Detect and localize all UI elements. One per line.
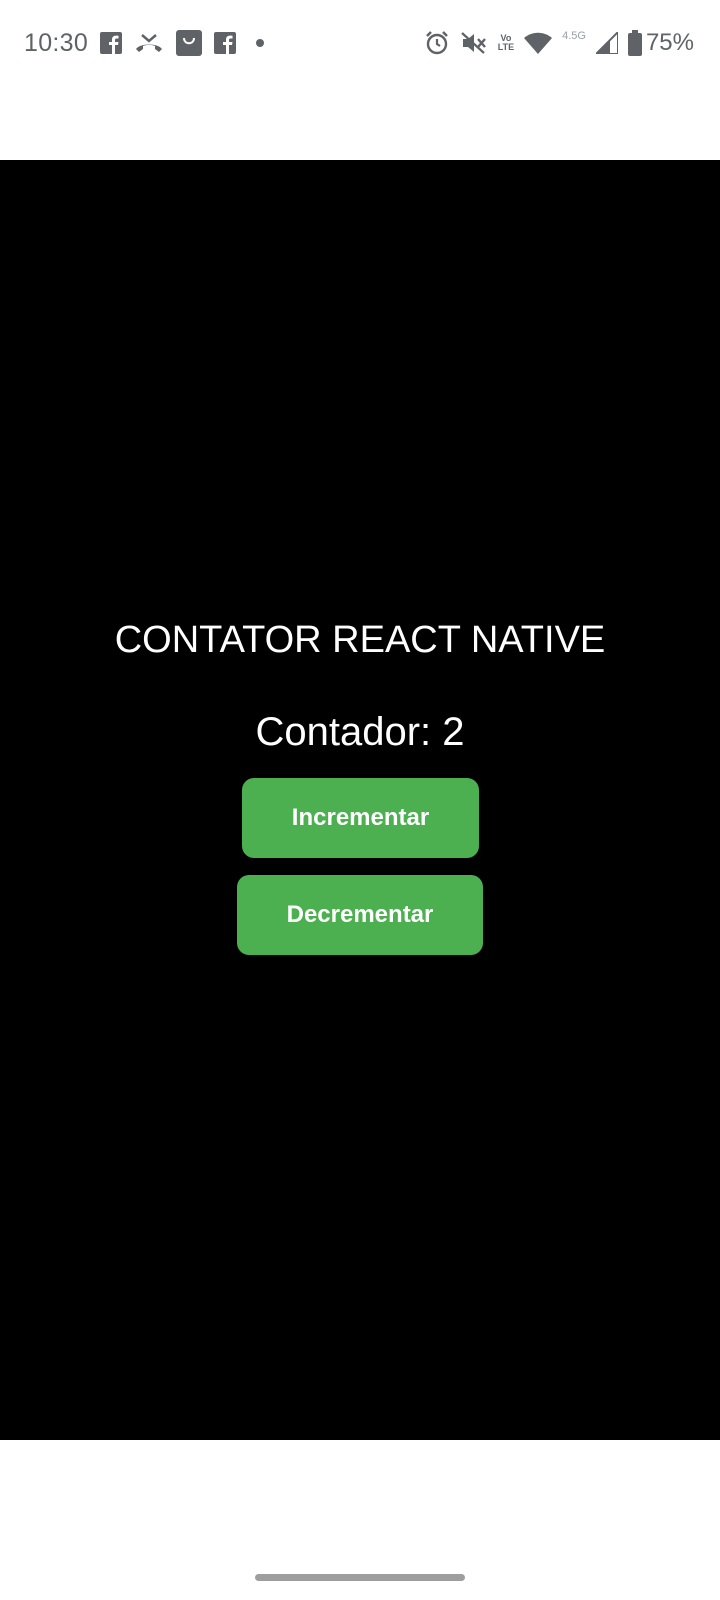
dot-icon <box>256 39 265 47</box>
increment-button[interactable]: Incrementar <box>242 778 479 858</box>
facebook-icon <box>100 32 123 54</box>
decrement-button-label: Decrementar <box>286 901 434 928</box>
status-bar-right: Vo LTE 4.5G 75% <box>424 26 694 60</box>
app-title: CONTATOR REACT NATIVE <box>114 619 606 661</box>
missed-call-icon <box>134 32 164 54</box>
status-bar-left: 10:30 <box>24 26 265 60</box>
signal-icon <box>595 32 618 54</box>
vibrate-off-icon <box>460 31 488 55</box>
increment-button-label: Incrementar <box>291 804 430 831</box>
counter-display: Contador: 2 <box>255 710 465 754</box>
shopping-bag-icon <box>176 30 203 56</box>
home-gesture-handle[interactable] <box>255 1574 465 1581</box>
alarm-icon <box>424 30 450 56</box>
volte-icon: Vo LTE <box>498 34 514 52</box>
facebook-icon <box>214 32 237 54</box>
battery-icon <box>627 30 642 56</box>
volte-bottom-label: LTE <box>497 42 515 52</box>
clock: 10:30 <box>24 28 89 57</box>
status-bar: 10:30 Vo LTE 4.5G 75% <box>0 0 720 88</box>
decrement-button[interactable]: Decrementar <box>237 875 483 955</box>
wifi-icon <box>524 32 553 54</box>
battery-percent: 75% <box>645 29 694 56</box>
network-type-label: 4.5G <box>562 30 586 42</box>
